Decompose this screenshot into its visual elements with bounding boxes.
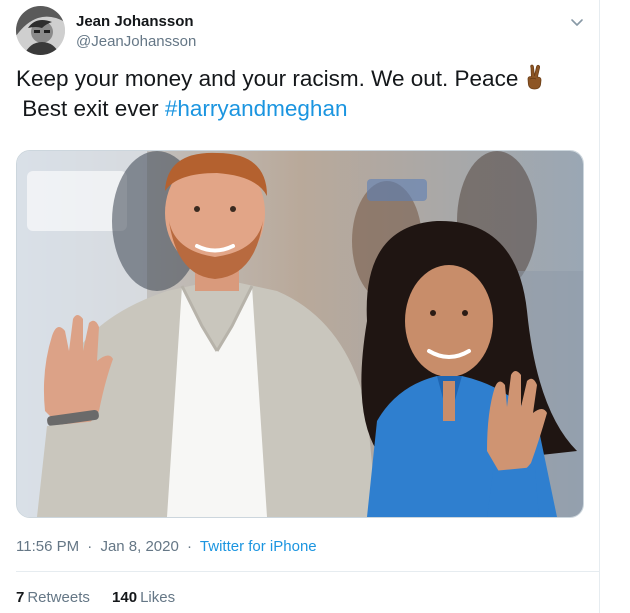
tweet-meta: 11:56 PM · Jan 8, 2020 · Twitter for iPh…	[16, 538, 317, 555]
tweet-header: Jean Johansson @JeanJohansson	[16, 6, 587, 58]
avatar[interactable]	[16, 6, 65, 55]
tweet-stats: 7 Retweets 140 Likes	[16, 589, 193, 606]
tweet-text-line-2: Best exit ever #harryandmeghan	[16, 94, 586, 124]
tweet-photo[interactable]	[16, 150, 584, 518]
retweets-label: Retweets	[27, 589, 90, 606]
likes-label: Likes	[140, 589, 176, 606]
tweet-text-part-1: Keep your money and your racism. We out.…	[16, 66, 519, 91]
avatar-image	[16, 6, 65, 55]
victory-hand-icon	[524, 64, 546, 90]
tweet-source-link[interactable]: Twitter for iPhone	[200, 538, 317, 555]
photo-couple-waving	[17, 151, 583, 517]
meta-separator: ·	[87, 538, 93, 555]
author-names: Jean Johansson @JeanJohansson	[76, 12, 196, 52]
tweet-text-line-1: Keep your money and your racism. We out.…	[16, 64, 586, 94]
user-handle[interactable]: @JeanJohansson	[76, 32, 196, 52]
tweet-text-part-2: Best exit ever	[22, 96, 159, 121]
tweet-card: Jean Johansson @JeanJohansson Keep your …	[0, 0, 600, 613]
retweets-stat[interactable]: 7 Retweets	[16, 589, 90, 606]
chevron-down-icon[interactable]	[567, 12, 587, 32]
likes-count: 140	[112, 589, 138, 606]
display-name[interactable]: Jean Johansson	[76, 12, 196, 32]
tweet-time[interactable]: 11:56 PM	[16, 538, 79, 555]
tweet-text: Keep your money and your racism. We out.…	[16, 64, 586, 124]
tweet-date[interactable]: Jan 8, 2020	[100, 538, 178, 555]
likes-stat[interactable]: 140 Likes	[112, 589, 175, 606]
hashtag-link[interactable]: #harryandmeghan	[165, 96, 348, 121]
meta-separator-2: ·	[187, 538, 193, 555]
retweets-count: 7	[16, 589, 25, 606]
divider	[16, 571, 599, 572]
